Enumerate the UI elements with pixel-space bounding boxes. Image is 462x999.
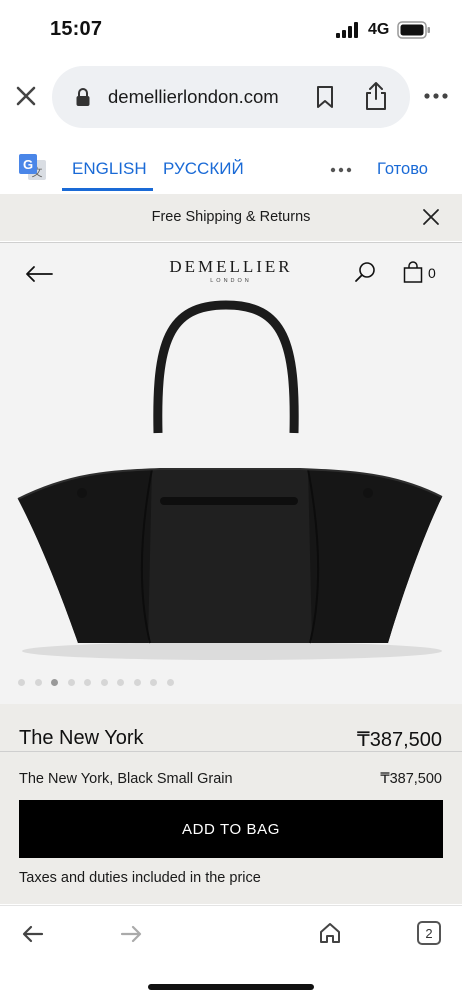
translate-done-button[interactable]: Готово xyxy=(377,160,428,179)
close-icon[interactable] xyxy=(12,82,40,110)
brand-logo-text: DEMELLIER xyxy=(169,257,293,276)
back-icon[interactable] xyxy=(22,925,44,943)
product-info: The New York ₸387,500 The New York, Blac… xyxy=(0,704,462,904)
battery-icon xyxy=(397,21,430,39)
gallery-dot[interactable] xyxy=(100,679,108,686)
gallery-dot[interactable] xyxy=(18,679,25,686)
share-icon[interactable] xyxy=(362,80,390,112)
status-time: 15:07 xyxy=(50,18,103,40)
more-options-icon[interactable] xyxy=(420,87,452,105)
product-name: The New York xyxy=(19,727,144,749)
network-type: 4G xyxy=(368,21,390,38)
gallery-dot[interactable] xyxy=(67,679,75,686)
gallery-dot[interactable] xyxy=(51,679,58,686)
brand-logo[interactable]: DEMELLIER LONDON xyxy=(0,257,462,284)
tabs-button[interactable]: 2 xyxy=(417,921,441,945)
lock-icon xyxy=(76,88,90,106)
status-bar: 15:07 4G xyxy=(0,0,462,60)
search-icon[interactable] xyxy=(354,261,376,283)
gallery-dot[interactable] xyxy=(34,679,42,686)
taxes-note: Taxes and duties included in the price xyxy=(19,870,261,886)
shipping-banner-text: Free Shipping & Returns xyxy=(151,209,311,225)
browser-url-row: demellierlondon.com xyxy=(0,62,462,130)
page: 15:07 4G demellierlondon.com 文 G ENGLISH… xyxy=(0,0,462,999)
add-to-bag-button[interactable]: ADD TO BAG xyxy=(19,800,443,858)
gallery-dot[interactable] xyxy=(150,679,157,686)
home-icon[interactable] xyxy=(318,921,342,945)
gallery-pagination xyxy=(18,679,188,687)
tab-russian[interactable]: РУССКИЙ xyxy=(163,159,244,179)
tab-english[interactable]: ENGLISH xyxy=(72,159,147,179)
home-indicator xyxy=(148,984,314,990)
product-price: ₸387,500 xyxy=(356,729,442,751)
shipping-banner: Free Shipping & Returns xyxy=(0,194,462,241)
bookmark-icon[interactable] xyxy=(312,84,338,110)
cart-count[interactable]: 0 xyxy=(428,265,436,281)
address-bar[interactable]: demellierlondon.com xyxy=(52,66,410,128)
url-text[interactable]: demellierlondon.com xyxy=(108,86,279,108)
gallery-dot[interactable] xyxy=(84,679,91,686)
variant-row: The New York, Black Small Grain ₸387,500 xyxy=(0,764,462,788)
gallery-dot[interactable] xyxy=(166,679,174,686)
translate-more-icon[interactable] xyxy=(330,167,352,173)
active-tab-indicator xyxy=(62,188,153,191)
forward-icon[interactable] xyxy=(120,925,142,943)
translate-bar: 文 G ENGLISH РУССКИЙ Готово xyxy=(0,140,462,194)
google-translate-icon[interactable]: 文 G xyxy=(18,152,48,184)
browser-toolbar: 2 xyxy=(0,905,462,999)
gallery-dot[interactable] xyxy=(117,679,124,686)
variant-name: The New York, Black Small Grain xyxy=(19,771,233,787)
tabs-count: 2 xyxy=(425,926,433,941)
gallery-dot[interactable] xyxy=(133,679,141,686)
product-image xyxy=(17,300,443,660)
close-icon[interactable] xyxy=(422,208,440,226)
product-gallery[interactable]: DEMELLIER LONDON 0 xyxy=(0,242,462,704)
variant-price: ₸387,500 xyxy=(380,771,442,787)
signal-icon xyxy=(336,22,358,38)
product-title-row: The New York ₸387,500 xyxy=(0,704,462,752)
svg-text:G: G xyxy=(23,157,33,172)
shopping-bag-icon[interactable] xyxy=(403,261,423,283)
